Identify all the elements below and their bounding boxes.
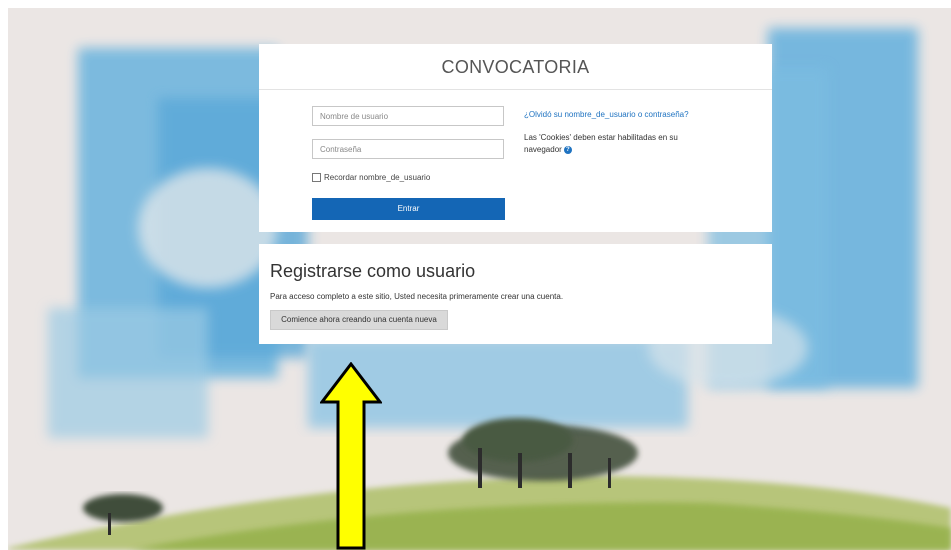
password-input[interactable] [312, 139, 504, 159]
up-arrow-annotation [320, 362, 382, 550]
login-panel: CONVOCATORIA Recordar nombre_de_usuario … [259, 44, 772, 232]
username-input[interactable] [312, 106, 504, 126]
remember-username-label: Recordar nombre_de_usuario [324, 173, 431, 182]
create-account-button[interactable]: Comience ahora creando una cuenta nueva [270, 310, 448, 330]
page-title: CONVOCATORIA [441, 57, 590, 77]
remember-username-checkbox[interactable] [312, 173, 321, 182]
signup-description: Para acceso completo a este sitio, Usted… [270, 292, 564, 301]
forgot-credentials-link[interactable]: ¿Olvidó su nombre_de_usuario o contraseñ… [524, 110, 689, 119]
signup-panel: Registrarse como usuario Para acceso com… [259, 244, 772, 344]
signup-title: Registrarse como usuario [270, 261, 476, 281]
remember-username-row[interactable]: Recordar nombre_de_usuario [312, 173, 430, 182]
login-button[interactable]: Entrar [312, 198, 505, 220]
divider [259, 89, 772, 90]
cookies-notice-text: Las 'Cookies' deben estar habilitadas en… [524, 133, 678, 154]
question-circle-icon[interactable]: ? [563, 145, 572, 154]
cookies-notice: Las 'Cookies' deben estar habilitadas en… [524, 132, 709, 156]
